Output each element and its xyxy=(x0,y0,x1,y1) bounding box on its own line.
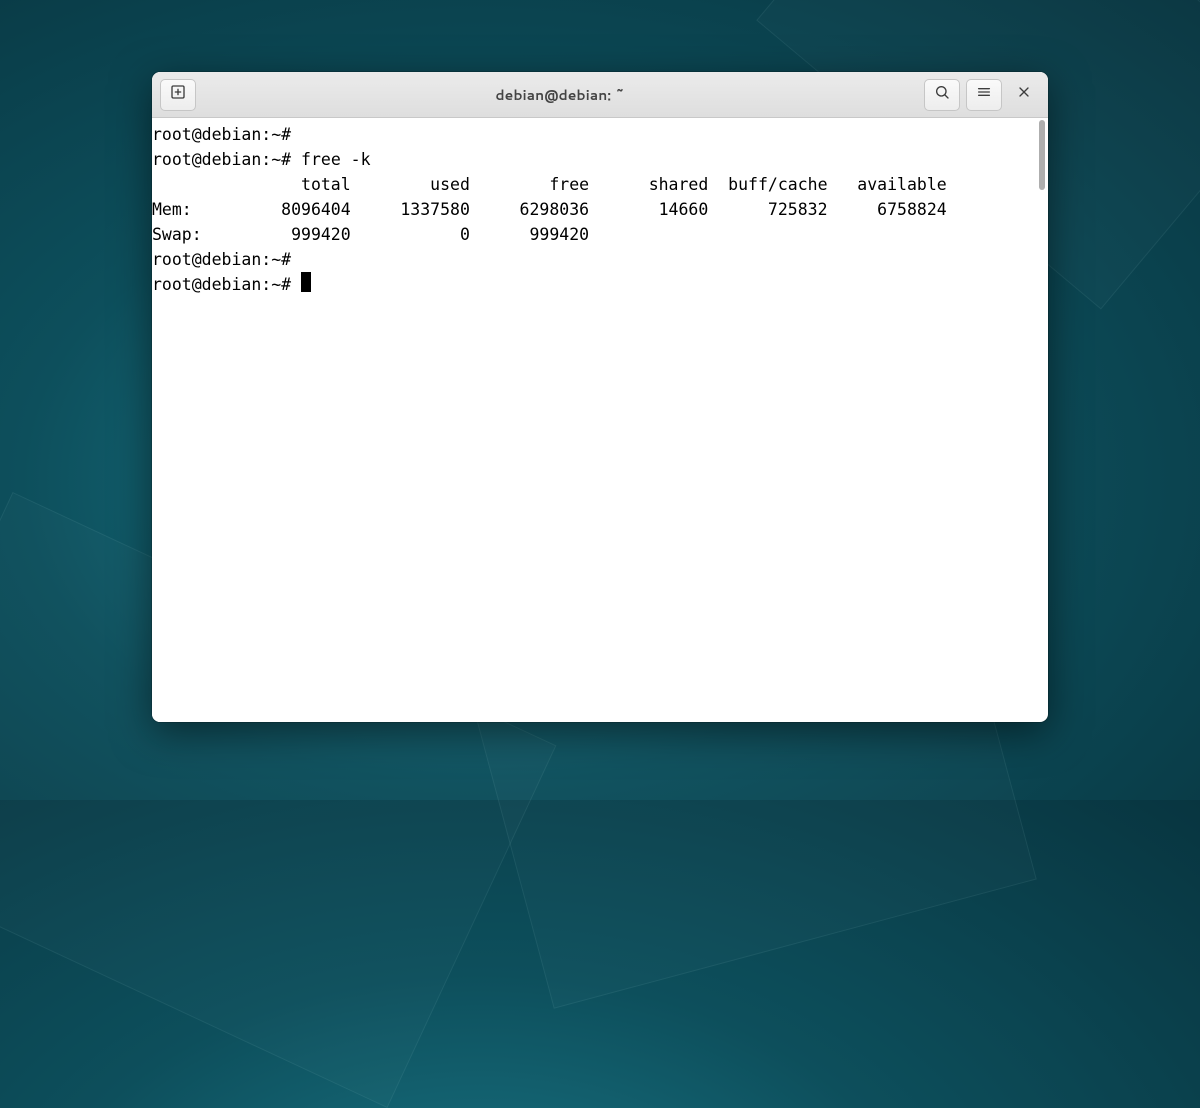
terminal-prompt: root@debian:~# xyxy=(152,275,301,294)
hamburger-icon xyxy=(976,83,992,106)
window-title: debian@debian: ~ xyxy=(202,85,918,105)
terminal-line: root@debian:~# xyxy=(152,125,291,144)
titlebar[interactable]: debian@debian: ~ xyxy=(152,72,1048,118)
close-icon xyxy=(1016,83,1032,106)
close-button[interactable] xyxy=(1008,79,1040,111)
menu-button[interactable] xyxy=(966,79,1002,111)
free-swap-row: Swap: 999420 0 999420 xyxy=(152,225,589,244)
terminal-viewport[interactable]: root@debian:~# root@debian:~# free -k to… xyxy=(152,118,1036,722)
terminal-window: debian@debian: ~ root@debian:~# root@deb… xyxy=(152,72,1048,722)
terminal-command: free -k xyxy=(301,150,371,169)
new-tab-button[interactable] xyxy=(160,79,196,111)
scrollbar-thumb[interactable] xyxy=(1039,120,1045,190)
search-button[interactable] xyxy=(924,79,960,111)
cursor xyxy=(301,272,311,292)
scrollbar[interactable] xyxy=(1036,118,1048,722)
free-header: total used free shared buff/cache availa… xyxy=(152,175,947,194)
terminal-line: root@debian:~# xyxy=(152,250,291,269)
free-mem-row: Mem: 8096404 1337580 6298036 14660 72583… xyxy=(152,200,947,219)
plus-tab-icon xyxy=(170,83,186,106)
terminal-prompt: root@debian:~# xyxy=(152,150,301,169)
search-icon xyxy=(934,83,950,106)
